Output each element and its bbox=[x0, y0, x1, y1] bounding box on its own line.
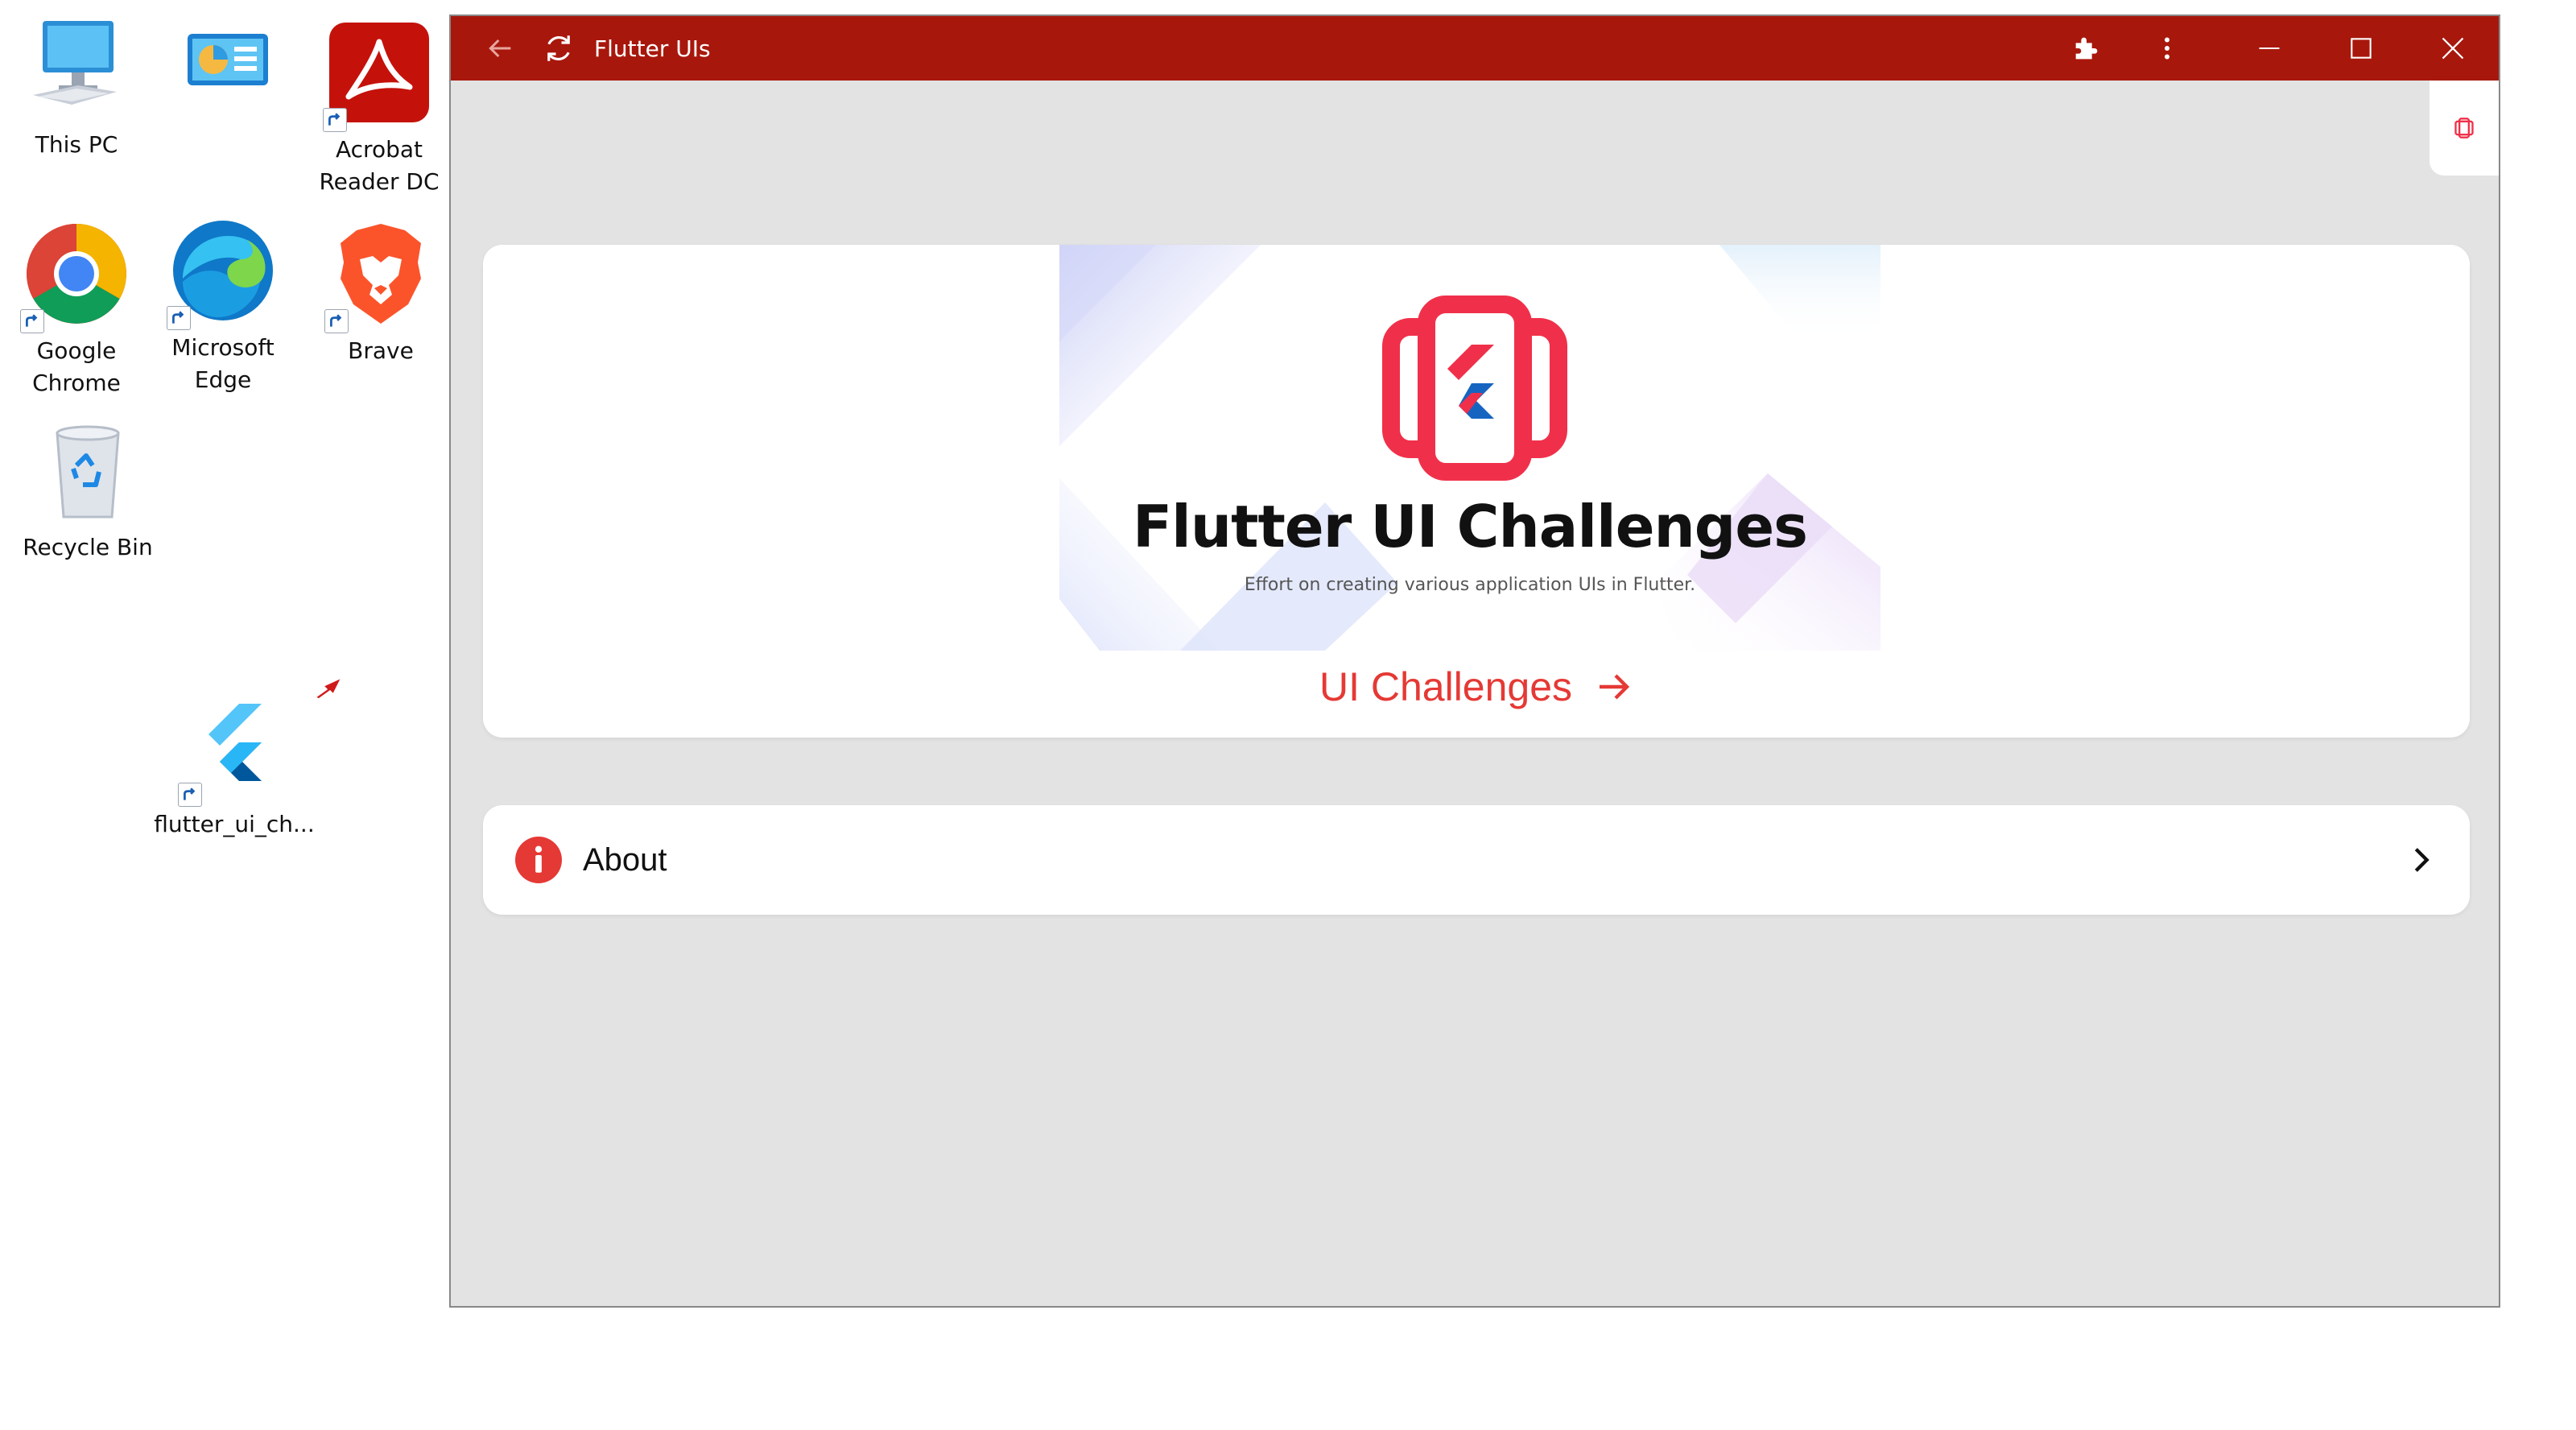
minimize-button[interactable] bbox=[2223, 16, 2315, 81]
computer-icon bbox=[23, 14, 130, 121]
refresh-icon bbox=[547, 35, 570, 61]
maximize-icon bbox=[2351, 38, 2372, 59]
refresh-button[interactable] bbox=[535, 16, 583, 81]
shortcut-arrow-icon bbox=[178, 783, 202, 807]
desktop-icon-brave[interactable]: Brave bbox=[304, 221, 457, 367]
recycle-bin-icon bbox=[35, 417, 141, 523]
mouse-pointer-icon bbox=[312, 675, 345, 705]
side-panel-tab[interactable] bbox=[2429, 81, 2499, 176]
maximize-button[interactable] bbox=[2315, 16, 2407, 81]
desktop-icon-label: This PC bbox=[35, 131, 118, 158]
arrow-left-icon bbox=[489, 39, 511, 58]
desktop: This PC Acrobat Reader DC Google Chrome … bbox=[0, 0, 451, 1430]
desktop-icon-label: Microsoft Edge bbox=[171, 334, 275, 393]
desktop-icon-chrome[interactable]: Google Chrome bbox=[0, 221, 153, 399]
desktop-icon-this-pc[interactable]: This PC bbox=[0, 14, 153, 161]
flutter-icon bbox=[178, 694, 287, 807]
arrow-right-icon bbox=[1600, 674, 1630, 700]
desktop-icon-label: Google Chrome bbox=[32, 337, 121, 396]
chevron-right-icon bbox=[2414, 848, 2429, 872]
shortcut-arrow-icon bbox=[323, 108, 347, 132]
desktop-icon-acrobat[interactable]: Acrobat Reader DC bbox=[303, 19, 456, 198]
info-icon bbox=[515, 837, 562, 883]
flutter-ui-challenges-logo bbox=[1382, 296, 1567, 481]
shortcut-arrow-icon bbox=[167, 306, 191, 330]
acrobat-icon bbox=[323, 19, 432, 132]
close-icon bbox=[2442, 37, 2464, 60]
back-button[interactable] bbox=[465, 16, 535, 81]
desktop-icon-flutter-shortcut[interactable]: flutter_ui_ch... bbox=[154, 694, 315, 841]
chrome-icon bbox=[20, 221, 130, 333]
ui-challenges-label: UI Challenges bbox=[1319, 664, 1573, 709]
more-vertical-icon bbox=[2165, 37, 2169, 60]
control-panel-icon bbox=[175, 14, 281, 121]
desktop-icon-label: Brave bbox=[348, 337, 414, 364]
edge-icon bbox=[167, 217, 276, 330]
shortcut-arrow-icon bbox=[20, 309, 44, 333]
about-row[interactable]: About bbox=[483, 805, 2470, 915]
banner-subtitle: Effort on creating various application U… bbox=[1244, 575, 1696, 595]
close-button[interactable] bbox=[2407, 16, 2499, 81]
shortcut-arrow-icon bbox=[324, 309, 349, 333]
hero-card: Flutter UI Challenges Effort on creating… bbox=[483, 245, 2470, 738]
desktop-icon-label: Recycle Bin bbox=[23, 534, 153, 560]
extensions-button[interactable] bbox=[2046, 16, 2127, 81]
app-logo-small-icon bbox=[2454, 118, 2474, 138]
minimize-icon bbox=[2259, 48, 2280, 49]
desktop-icon-label: Acrobat Reader DC bbox=[319, 136, 440, 195]
brave-lion-icon bbox=[324, 221, 434, 333]
hero-banner: Flutter UI Challenges Effort on creating… bbox=[1059, 245, 1880, 651]
desktop-icon-label: flutter_ui_ch... bbox=[154, 811, 315, 837]
banner-title: Flutter UI Challenges bbox=[1132, 493, 1808, 560]
desktop-icon-recycle-bin[interactable]: Recycle Bin bbox=[11, 417, 164, 564]
puzzle-icon bbox=[2075, 37, 2098, 60]
window-title: Flutter UIs bbox=[594, 35, 711, 62]
menu-button[interactable] bbox=[2127, 16, 2207, 81]
app-window: Flutter UIs Flutter UI Challenges Effort… bbox=[449, 14, 2500, 1308]
title-bar: Flutter UIs bbox=[451, 16, 2499, 81]
about-label: About bbox=[583, 841, 667, 878]
ui-challenges-button[interactable]: UI Challenges bbox=[483, 663, 2470, 710]
desktop-icon-edge[interactable]: Microsoft Edge bbox=[147, 217, 299, 396]
desktop-icon-control-panel[interactable] bbox=[151, 14, 304, 129]
